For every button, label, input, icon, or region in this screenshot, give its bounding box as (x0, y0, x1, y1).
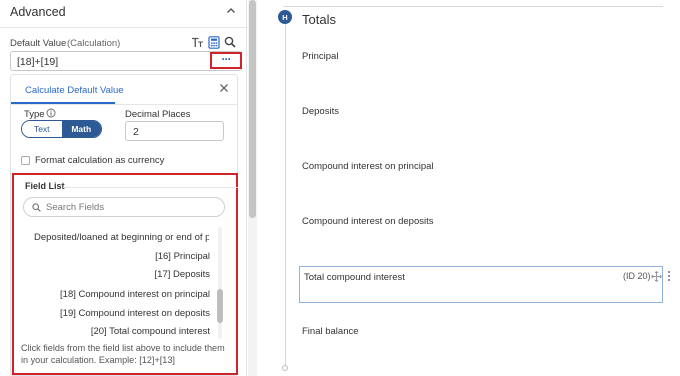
chevron-up-icon[interactable] (226, 6, 236, 16)
list-item[interactable]: [16] Principal (155, 251, 210, 262)
default-value-label: Default Value (10, 38, 67, 49)
form-canvas: H Totals Principal Deposits Compound int… (257, 0, 680, 376)
form-field-compound-interest-principal[interactable]: Compound interest on principal (302, 161, 434, 172)
list-item[interactable]: [17] Deposits (155, 269, 210, 280)
advanced-section-header[interactable]: Advanced (0, 0, 246, 28)
advanced-section-title: Advanced (10, 5, 66, 19)
field-list: Deposited/loaned at beginning or end of … (14, 225, 226, 337)
divider (283, 6, 663, 7)
currency-checkbox-label: Format calculation as currency (35, 155, 165, 166)
section-title[interactable]: Totals (302, 12, 336, 27)
decimal-places-value: 2 (133, 126, 139, 138)
form-field-final-balance[interactable]: Final balance (302, 326, 359, 337)
default-value-tools (191, 35, 236, 49)
decimal-places-input[interactable]: 2 (125, 121, 224, 141)
field-settings-panel: Advanced Default Value (Calculation) [18… (0, 0, 247, 376)
list-item[interactable]: [19] Compound interest on deposits (60, 308, 210, 319)
form-field-total-compound-interest[interactable]: Total compound interest (ID 20) (299, 266, 671, 303)
calculator-icon[interactable] (207, 35, 220, 49)
field-label: Total compound interest (304, 272, 405, 283)
panel-scrollbar[interactable] (248, 0, 257, 376)
type-option-math[interactable]: Math (61, 121, 101, 137)
list-item[interactable]: [18] Compound interest on principal (60, 289, 210, 300)
timeline-end-marker (282, 365, 288, 371)
search-fields-box[interactable] (23, 197, 225, 217)
field-list-section: Field List Deposited/loaned at beginning… (12, 173, 238, 375)
divider (11, 104, 237, 105)
tab-calculate-default-value[interactable]: Calculate Default Value (25, 85, 124, 96)
divider (0, 27, 246, 28)
decimal-places-label: Decimal Places (125, 109, 191, 120)
list-item[interactable]: [20] Total compound interest (91, 326, 210, 337)
scrollbar-thumb[interactable] (217, 289, 223, 323)
scrollbar-thumb[interactable] (249, 0, 256, 218)
field-id-tag: (ID 20) (623, 271, 651, 281)
heading-badge: H (278, 10, 292, 24)
type-toggle: Text Math (21, 120, 102, 138)
text-size-icon[interactable] (191, 36, 204, 49)
form-field-deposits[interactable]: Deposits (302, 106, 339, 117)
kebab-icon[interactable] (666, 270, 672, 282)
default-value-mode: (Calculation) (67, 38, 121, 49)
close-icon[interactable] (218, 82, 230, 94)
info-icon[interactable] (46, 108, 56, 118)
form-field-principal[interactable]: Principal (302, 51, 338, 62)
search-fields-input[interactable] (46, 200, 218, 214)
default-value-formula-field[interactable]: [18]+[19] (10, 51, 242, 71)
type-option-text[interactable]: Text (22, 121, 62, 137)
field-list-help-text: Click fields from the field list above t… (21, 343, 225, 365)
list-item[interactable]: Deposited/loaned at beginning or end of … (34, 232, 209, 243)
more-options-button[interactable]: ··· (210, 52, 242, 69)
search-icon (32, 203, 41, 212)
zoom-icon[interactable] (223, 36, 236, 49)
field-list-title: Field List (25, 181, 65, 191)
currency-checkbox[interactable] (21, 156, 30, 165)
type-label: Type (24, 109, 45, 120)
divider (63, 187, 238, 188)
section-timeline (285, 24, 286, 368)
move-icon[interactable] (651, 271, 662, 282)
form-field-compound-interest-deposits[interactable]: Compound interest on deposits (302, 216, 434, 227)
formula-text: [18]+[19] (17, 56, 59, 68)
field-list-scrollbar[interactable] (217, 227, 223, 339)
